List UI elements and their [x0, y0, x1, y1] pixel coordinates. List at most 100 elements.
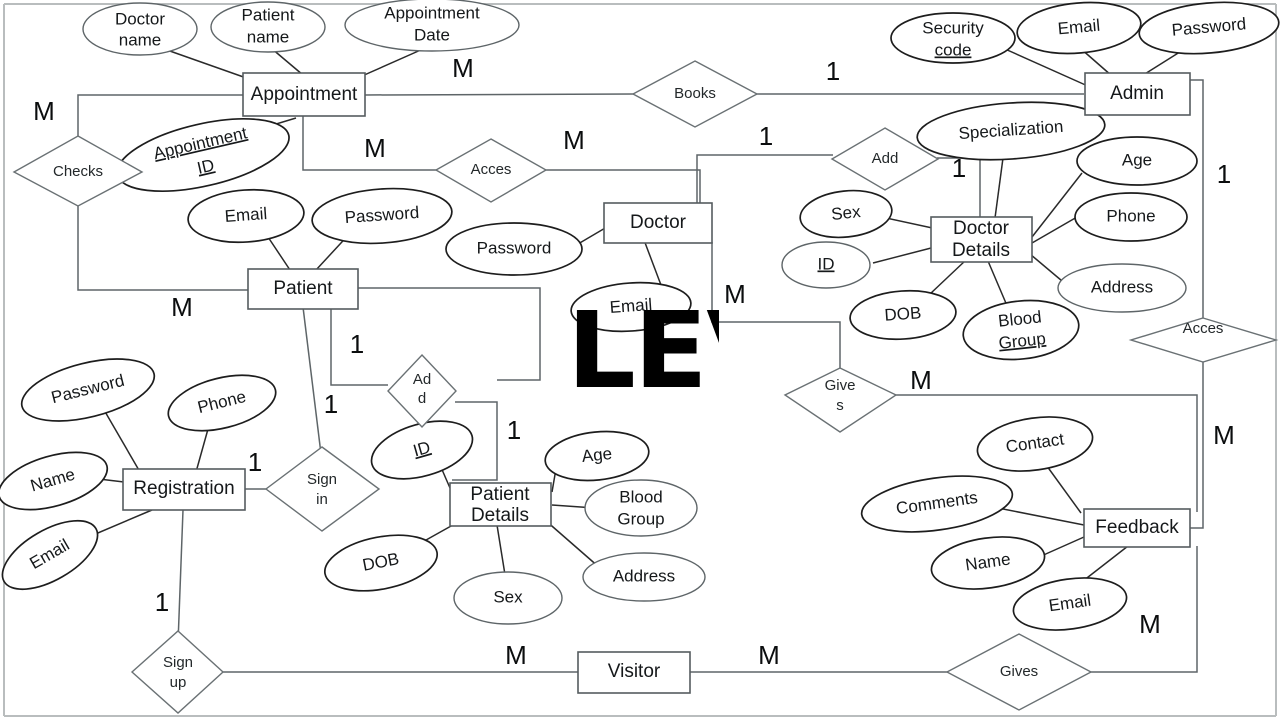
relationship-sign-in: Sign in [264, 446, 381, 532]
attribute-doctor-details-id: ID [781, 241, 871, 289]
attribute-doctor-password: Password [445, 222, 583, 276]
attribute-doctor-name: Doctor name [82, 2, 198, 56]
attribute-patient-email: Email [187, 188, 305, 244]
attribute-label: Doctor [115, 9, 165, 28]
relationship-label-2: in [316, 491, 328, 508]
attribute-patient-details-sex: Sex [453, 571, 563, 625]
entity-label: Appointment [251, 84, 358, 105]
attribute-doctor-email: Email [570, 281, 692, 333]
relationship-label: Sign [163, 654, 193, 671]
cardinality-label: 1 [826, 56, 840, 86]
attribute-registration-phone: Phone [167, 374, 277, 432]
attribute-doctor-details-sex: Sex [799, 189, 893, 239]
attribute-label-2: name [119, 30, 162, 49]
attribute-label: Address [613, 566, 675, 585]
attribute-label: Email [1057, 16, 1101, 39]
relationship-label: Add [872, 150, 899, 167]
cardinality-label: M [758, 640, 780, 670]
entity-label: Admin [1110, 83, 1164, 104]
relationship-label: Checks [53, 163, 103, 180]
attribute-feedback-email: Email [1012, 577, 1128, 631]
cardinality-label: 1 [324, 389, 338, 419]
attribute-registration-password: Password [20, 358, 156, 422]
relationship-checks: Checks [12, 135, 144, 207]
relationship-acces-appointment-doctor: Acces [434, 138, 548, 203]
cardinality-label: 1 [952, 153, 966, 183]
attribute-label: Password [477, 238, 552, 257]
entity-patient: Patient [247, 268, 359, 310]
entity-label-2: Details [952, 240, 1010, 261]
attribute-doctor-details-blood-group: Blood Group [962, 299, 1080, 361]
relationship-add-patient-patient-details: Ad d [387, 353, 457, 429]
attribute-label: Sex [493, 587, 523, 606]
attribute-doctor-details-dob: DOB [849, 289, 957, 341]
attribute-label: Phone [1106, 206, 1155, 225]
entity-label-2: Details [471, 505, 529, 526]
relationship-label: Acces [1183, 320, 1224, 337]
attribute-label-2: Date [414, 25, 450, 44]
attribute-registration-email: Email [1, 519, 99, 591]
relationship-label: Gives [1000, 663, 1038, 680]
attribute-patient-password: Password [311, 187, 453, 245]
entity-registration: Registration [122, 468, 246, 511]
attribute-feedback-contact: Contact [976, 416, 1094, 472]
entity-label: Patient [273, 278, 333, 299]
attribute-patient-details-dob: DOB [323, 534, 439, 592]
attribute-registration-name: Name [0, 451, 109, 511]
attribute-label-2: Group [617, 509, 664, 528]
attribute-feedback-comments: Comments [860, 475, 1014, 533]
relationship-label: Ad [413, 371, 431, 388]
entity-label: Doctor [953, 218, 1010, 239]
attribute-label: Sex [830, 202, 862, 224]
relationship-acces-admin-feedback: Acces [1128, 317, 1279, 363]
attribute-label: Appointment [384, 3, 480, 22]
attribute-label-2: name [247, 27, 290, 46]
attribute-patient-details-blood-group: Blood Group [584, 479, 698, 537]
cardinality-label: M [171, 292, 193, 322]
cardinality-label: M [364, 133, 386, 163]
attribute-label: Patient [242, 5, 295, 24]
attribute-label: Age [1122, 150, 1152, 169]
entity-label: Registration [133, 478, 234, 499]
entity-doctor-details: Doctor Details [930, 216, 1033, 263]
cardinality-label: 1 [155, 587, 169, 617]
entity-visitor: Visitor [577, 651, 691, 694]
cardinality-label: 1 [507, 415, 521, 445]
attribute-feedback-name: Name [930, 536, 1046, 590]
attribute-label: Security [922, 18, 984, 37]
attribute-label-2: code [935, 40, 972, 59]
entity-label: Visitor [608, 661, 661, 682]
entity-label: Feedback [1095, 517, 1179, 538]
entity-feedback: Feedback [1083, 508, 1191, 548]
er-diagram-svg: Doctor name Patient name Appointment Dat… [0, 0, 1280, 717]
entity-admin: Admin [1084, 72, 1191, 116]
attribute-admin-email: Email [1016, 1, 1142, 55]
relationship-label: Acces [471, 161, 512, 178]
relationship-label: Sign [307, 471, 337, 488]
relationship-label: Give [825, 377, 856, 394]
cardinality-label: M [452, 53, 474, 83]
attribute-label: Blood [619, 487, 662, 506]
attribute-label: Address [1091, 277, 1153, 296]
relationship-gives-visitor-feedback: Gives [945, 633, 1093, 711]
relationship-label-2: s [836, 397, 844, 414]
attribute-security-code: Security code [890, 12, 1016, 64]
cardinality-label: M [505, 640, 527, 670]
relationship-sign-up: Sign up [130, 630, 225, 714]
cardinality-label: M [910, 365, 932, 395]
entity-patient-details: Patient Details [449, 482, 552, 527]
er-diagram-canvas: Doctor name Patient name Appointment Dat… [0, 0, 1280, 720]
cardinality-label: M [33, 96, 55, 126]
cardinality-label: 1 [350, 329, 364, 359]
attribute-admin-password: Password [1138, 1, 1280, 55]
entity-appointment: Appointment [242, 72, 366, 117]
attribute-label: ID [818, 254, 835, 273]
cardinality-label: M [724, 279, 746, 309]
attribute-doctor-details-phone: Phone [1074, 192, 1188, 242]
attribute-patient-details-age: Age [544, 430, 650, 482]
relationship-label: Books [674, 85, 716, 102]
attribute-patient-details-address: Address [582, 552, 706, 602]
attribute-doctor-details-address: Address [1057, 263, 1187, 313]
relationship-books: Books [631, 60, 759, 128]
attribute-label: Email [609, 295, 653, 317]
